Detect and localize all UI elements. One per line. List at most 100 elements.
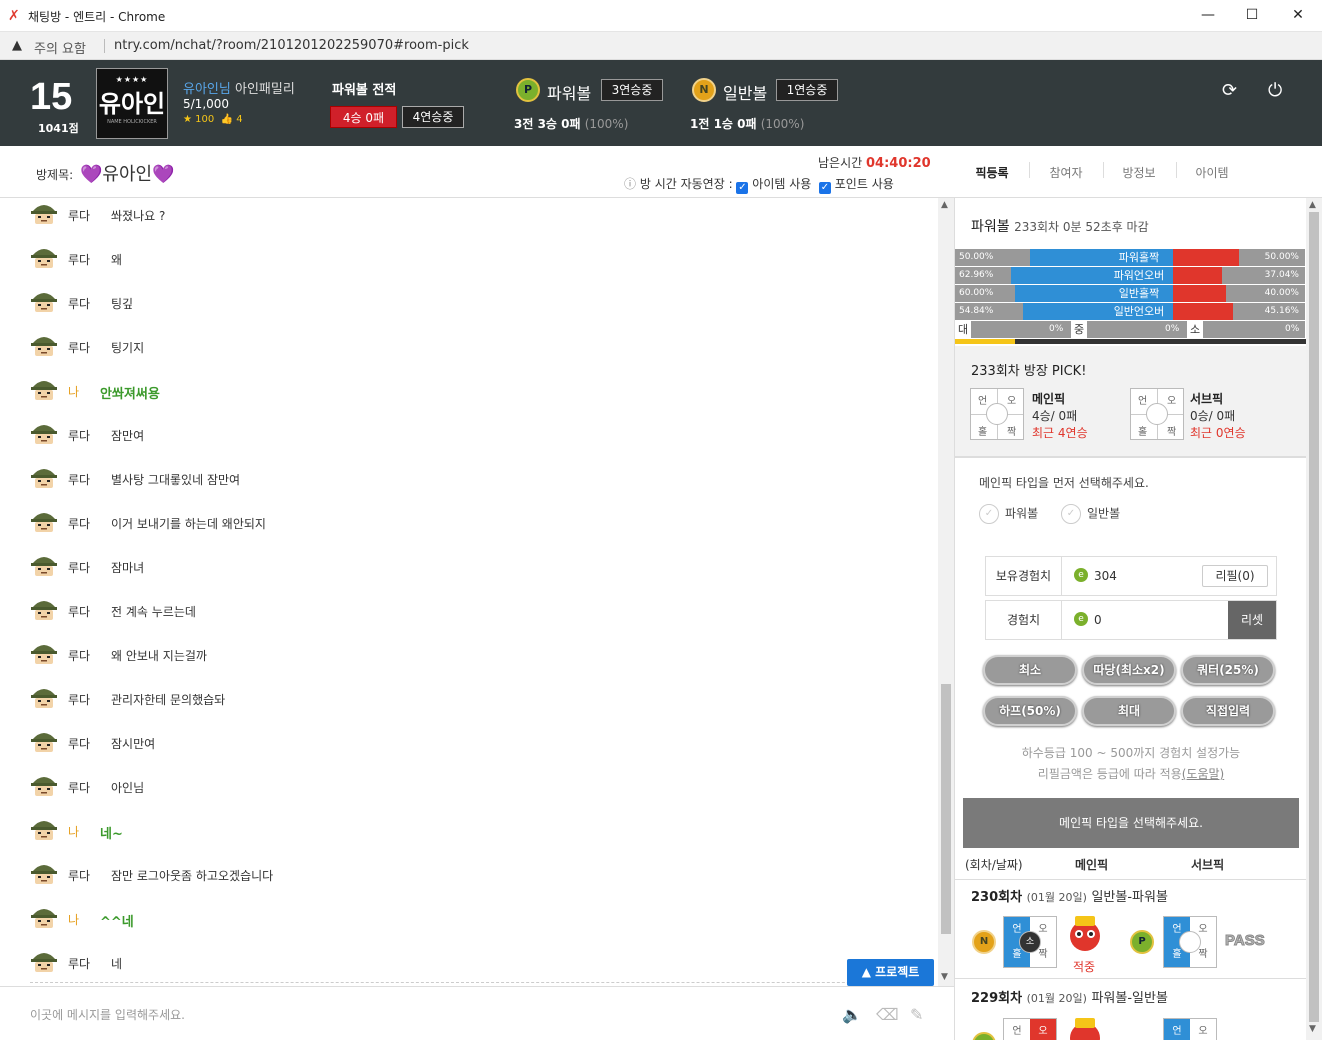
user-face-icon[interactable] <box>30 376 58 402</box>
select-type-button[interactable]: 메인픽 타입을 선택해주세요. <box>963 798 1299 848</box>
message-author[interactable]: 루다 <box>68 559 90 576</box>
normalball-label: 일반볼 <box>723 84 768 103</box>
minimize-button[interactable]: — <box>1188 4 1228 28</box>
user-face-icon[interactable] <box>30 816 58 842</box>
profile-header: 15 1041점 ★★★★ 유아인 NAME HOLICKICKER 유아인님 … <box>0 60 1322 146</box>
reset-button[interactable]: 리셋 <box>1228 601 1276 639</box>
user-face-icon[interactable] <box>30 420 58 446</box>
user-face-icon[interactable] <box>30 464 58 490</box>
refill-button[interactable]: 리필(0) <box>1202 565 1268 587</box>
tab-pick[interactable]: 픽등록 <box>957 164 1027 181</box>
message-author[interactable]: 루다 <box>68 251 90 268</box>
user-face-icon[interactable] <box>30 596 58 622</box>
maximize-button[interactable]: ☐ <box>1232 4 1272 28</box>
pick-panel: 파워볼 233회차 0분 52초후 마감 50.00% 파워홀짝 50.00% 62.… <box>954 198 1306 1040</box>
round-deadline: 233회차 0분 52초후 마감 <box>1014 220 1149 234</box>
scroll-up-icon[interactable]: ▲ <box>1309 200 1316 210</box>
user-face-icon[interactable] <box>30 200 58 226</box>
username[interactable]: 유아인님 <box>183 82 231 97</box>
exp-range-note: 하수등급 100 ~ 500까지 경험치 설정가능 <box>1021 746 1241 760</box>
scroll-thumb[interactable] <box>1309 212 1319 1022</box>
speaker-icon[interactable]: 🔈 <box>842 1005 862 1024</box>
tab-room-info[interactable]: 방정보 <box>1104 164 1174 181</box>
user-face-icon[interactable] <box>30 684 58 710</box>
user-face-icon[interactable] <box>30 552 58 578</box>
eraser-icon[interactable]: ⌫ <box>876 1005 899 1024</box>
point-checkbox[interactable]: ✓ <box>818 182 831 194</box>
user-face-icon[interactable] <box>30 728 58 754</box>
bet-double-button[interactable]: 따당(최소x2) <box>1082 655 1176 685</box>
message-author[interactable]: 루다 <box>68 515 90 532</box>
stat-label: 일반홀짝 <box>1105 285 1173 302</box>
message-input[interactable]: 이곳에 메시지를 입력해주세요. <box>30 1006 185 1023</box>
security-warning[interactable]: 주의 요함 <box>34 38 86 57</box>
tab-participants[interactable]: 참여자 <box>1031 164 1101 181</box>
q-un: 언 <box>978 396 988 407</box>
radio-normalball-label: 일반볼 <box>1087 506 1121 521</box>
q-jjak: 짝 <box>1167 427 1177 438</box>
scroll-down-icon[interactable]: ▼ <box>1309 1024 1316 1034</box>
message-author[interactable]: 루다 <box>68 779 90 796</box>
panel-scrollbar[interactable]: ▲ ▼ <box>1306 198 1322 1040</box>
chat-messages[interactable]: 루다 쏴졌나요 ? 루다 왜 루다 팅깊 루다 팅기지 나 안쏴져써용 루다 잠만여 루다 별사탕 그대롷… <box>0 198 938 986</box>
message-author[interactable]: 루다 <box>68 955 90 972</box>
user-face-icon[interactable] <box>30 948 58 974</box>
scroll-down-icon[interactable]: ▼ <box>941 972 948 982</box>
sub-pick-info: 서브픽 0승/ 0패 최근 0연승 <box>1190 390 1246 441</box>
user-face-icon[interactable] <box>30 772 58 798</box>
item-checkbox[interactable]: ✓ <box>736 182 749 194</box>
chat-message: 루다 잠만여 <box>30 420 910 450</box>
bet-custom-button[interactable]: 직접입력 <box>1181 696 1275 726</box>
message-author[interactable]: 나 <box>68 383 79 400</box>
help-link[interactable]: (도움말) <box>1182 767 1224 781</box>
user-face-icon[interactable] <box>30 508 58 534</box>
family-name: 아인패밀리 <box>234 82 295 97</box>
message-author[interactable]: 나 <box>68 823 79 840</box>
message-text: 아인님 <box>111 781 145 795</box>
message-author[interactable]: 루다 <box>68 295 90 312</box>
message-author[interactable]: 루다 <box>68 207 90 224</box>
user-face-icon[interactable] <box>30 244 58 270</box>
message-author[interactable]: 루다 <box>68 735 90 752</box>
message-author[interactable]: 루다 <box>68 471 90 488</box>
bet-max-button[interactable]: 최대 <box>1082 696 1176 726</box>
remain-label: 남은시간 <box>818 156 863 170</box>
message-author[interactable]: 루다 <box>68 691 90 708</box>
user-face-icon[interactable] <box>30 640 58 666</box>
tab-items[interactable]: 아이템 <box>1177 164 1247 181</box>
radio-normalball[interactable]: ✓ 일반볼 <box>1061 504 1120 524</box>
message-author[interactable]: 루다 <box>68 647 90 664</box>
address-bar[interactable]: ▲ 주의 요함 ntry.com/nchat/?room/21012012022… <box>0 32 1322 60</box>
message-author[interactable]: 루다 <box>68 339 90 356</box>
exp-input[interactable]: 0 <box>1094 613 1102 627</box>
message-author[interactable]: 루다 <box>68 427 90 444</box>
bet-quarter-button[interactable]: 쿼터(25%) <box>1181 655 1275 685</box>
stat-label: 일반언오버 <box>1105 303 1173 320</box>
scroll-up-icon[interactable]: ▲ <box>941 200 948 210</box>
room-options: ⓘ 방 시간 자동연장 : ✓ 아이템 사용 ✓ 포인트 사용 <box>624 175 894 194</box>
bet-min-button[interactable]: 최소 <box>983 655 1077 685</box>
user-level: 15 <box>30 76 73 118</box>
exp-coin-icon: e <box>1074 568 1088 582</box>
exp-label: 경험치 <box>986 601 1062 639</box>
avatar[interactable]: ★★★★ 유아인 NAME HOLICKICKER <box>96 68 168 139</box>
magic-wand-icon[interactable]: ✎ <box>910 1005 923 1024</box>
stat-right-pct: 45.16% <box>1264 306 1299 316</box>
message-author[interactable]: 루다 <box>68 603 90 620</box>
message-author[interactable]: 루다 <box>68 867 90 884</box>
radio-powerball[interactable]: ✓ 파워볼 <box>979 504 1038 524</box>
scroll-thumb[interactable] <box>941 684 951 934</box>
protect-button[interactable]: ▲ 프로젝트 <box>847 959 934 986</box>
message-text: 네 <box>111 957 123 971</box>
close-button[interactable]: ✕ <box>1278 4 1318 28</box>
user-face-icon[interactable] <box>30 904 58 930</box>
power-icon[interactable]: ⏻ <box>1268 80 1282 101</box>
url-text[interactable]: ntry.com/nchat/?room/2101201202259070#ro… <box>114 38 469 53</box>
user-face-icon[interactable] <box>30 860 58 886</box>
user-face-icon[interactable] <box>30 332 58 358</box>
refresh-icon[interactable]: ⟳ <box>1222 80 1237 101</box>
bet-half-button[interactable]: 하프(50%) <box>983 696 1077 726</box>
chat-scrollbar[interactable]: ▲ ▼ <box>938 198 954 986</box>
user-face-icon[interactable] <box>30 288 58 314</box>
message-author[interactable]: 나 <box>68 911 79 928</box>
